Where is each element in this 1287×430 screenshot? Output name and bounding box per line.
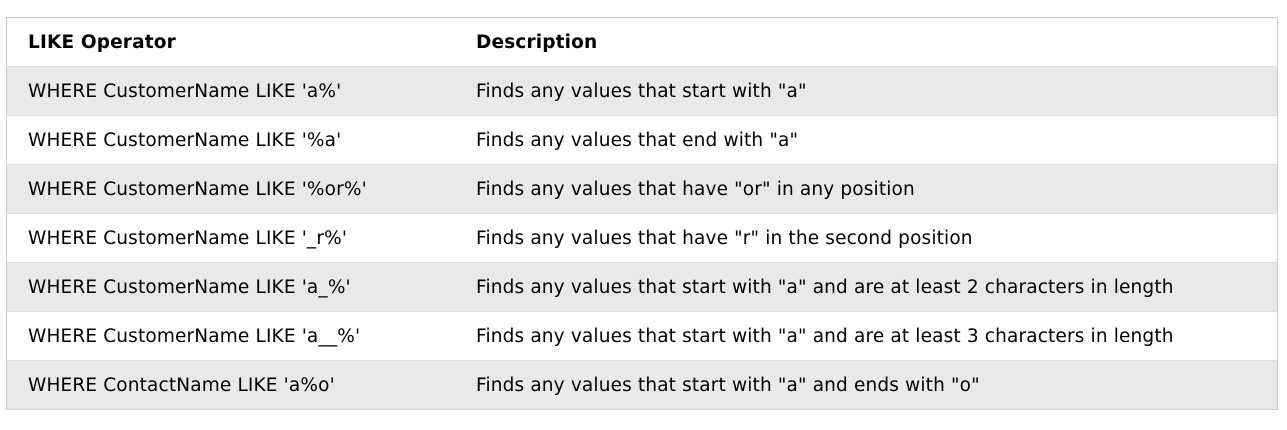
operator-cell: WHERE ContactName LIKE 'a%o' <box>28 374 335 396</box>
table-row: WHERE CustomerName LIKE '%or%' Finds any… <box>6 164 1278 214</box>
description-cell: Finds any values that start with "a" and… <box>476 325 1174 347</box>
table-row: WHERE CustomerName LIKE '%a' Finds any v… <box>6 115 1278 165</box>
table-row: WHERE CustomerName LIKE 'a_%' Finds any … <box>6 262 1278 312</box>
operator-cell: WHERE CustomerName LIKE '%or%' <box>28 178 367 200</box>
operator-cell: WHERE CustomerName LIKE 'a%' <box>28 80 342 102</box>
table-row: WHERE ContactName LIKE 'a%o' Finds any v… <box>6 360 1278 410</box>
header-like-operator: LIKE Operator <box>28 31 176 53</box>
operator-cell: WHERE CustomerName LIKE '%a' <box>28 129 342 151</box>
table-row: WHERE CustomerName LIKE '_r%' Finds any … <box>6 213 1278 263</box>
table-body: WHERE CustomerName LIKE 'a%' Finds any v… <box>6 66 1278 410</box>
operator-cell: WHERE CustomerName LIKE '_r%' <box>28 227 348 249</box>
description-cell: Finds any values that have "r" in the se… <box>476 227 973 249</box>
description-cell: Finds any values that start with "a" <box>476 80 807 102</box>
table-row: WHERE CustomerName LIKE 'a%' Finds any v… <box>6 66 1278 116</box>
like-operator-table: LIKE Operator Description WHERE Customer… <box>6 17 1278 410</box>
table-row: WHERE CustomerName LIKE 'a__%' Finds any… <box>6 311 1278 361</box>
description-cell: Finds any values that start with "a" and… <box>476 374 980 396</box>
description-cell: Finds any values that have "or" in any p… <box>476 178 915 200</box>
header-row: LIKE Operator Description <box>6 17 1278 67</box>
description-cell: Finds any values that end with "a" <box>476 129 799 151</box>
like-operator-table-container: LIKE Operator Description WHERE Customer… <box>6 17 1278 410</box>
operator-cell: WHERE CustomerName LIKE 'a_%' <box>28 276 351 298</box>
table-header: LIKE Operator Description <box>6 17 1278 67</box>
description-cell: Finds any values that start with "a" and… <box>476 276 1174 298</box>
header-description: Description <box>476 31 598 53</box>
operator-cell: WHERE CustomerName LIKE 'a__%' <box>28 325 361 347</box>
